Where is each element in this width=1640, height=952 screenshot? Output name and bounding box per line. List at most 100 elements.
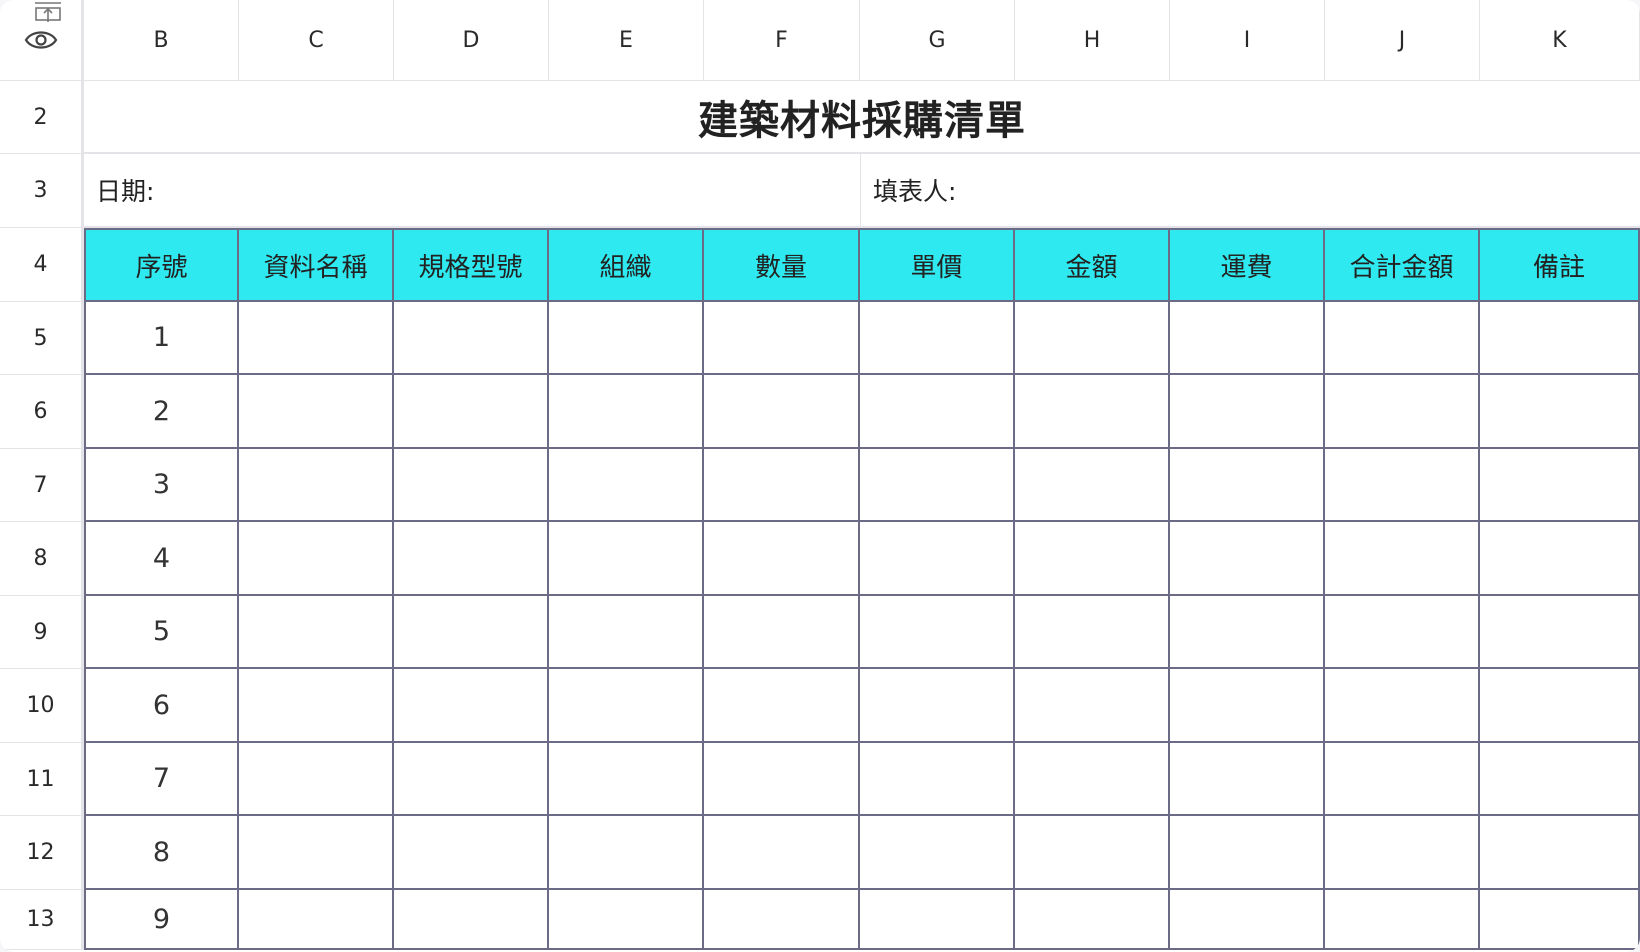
table-cell[interactable] bbox=[1480, 816, 1640, 890]
header-quantity[interactable]: 數量 bbox=[704, 228, 860, 302]
table-cell[interactable] bbox=[394, 743, 549, 816]
table-cell[interactable] bbox=[1015, 743, 1170, 816]
serial-cell[interactable]: 4 bbox=[84, 522, 239, 596]
table-cell[interactable] bbox=[394, 375, 549, 449]
table-cell[interactable] bbox=[239, 890, 394, 950]
serial-cell[interactable]: 2 bbox=[84, 375, 239, 449]
table-cell[interactable] bbox=[1480, 375, 1640, 449]
table-cell[interactable] bbox=[704, 375, 860, 449]
table-cell[interactable] bbox=[239, 743, 394, 816]
table-cell[interactable] bbox=[1325, 449, 1480, 522]
row-header-12[interactable]: 12 bbox=[0, 816, 84, 890]
table-cell[interactable] bbox=[1325, 890, 1480, 950]
table-cell[interactable] bbox=[1480, 449, 1640, 522]
serial-cell[interactable]: 1 bbox=[84, 302, 239, 375]
table-cell[interactable] bbox=[1170, 669, 1325, 743]
table-cell[interactable] bbox=[1325, 669, 1480, 743]
table-cell[interactable] bbox=[1170, 302, 1325, 375]
table-cell[interactable] bbox=[549, 596, 704, 669]
table-cell[interactable] bbox=[1325, 743, 1480, 816]
table-cell[interactable] bbox=[1325, 302, 1480, 375]
table-cell[interactable] bbox=[394, 669, 549, 743]
table-cell[interactable] bbox=[239, 669, 394, 743]
table-cell[interactable] bbox=[860, 890, 1015, 950]
row-header-10[interactable]: 10 bbox=[0, 669, 84, 743]
table-cell[interactable] bbox=[860, 596, 1015, 669]
serial-cell[interactable]: 3 bbox=[84, 449, 239, 522]
table-cell[interactable] bbox=[860, 743, 1015, 816]
table-cell[interactable] bbox=[704, 816, 860, 890]
eye-icon[interactable] bbox=[24, 28, 58, 52]
table-cell[interactable] bbox=[394, 816, 549, 890]
header-unit-price[interactable]: 單價 bbox=[860, 228, 1015, 302]
header-spec-model[interactable]: 規格型號 bbox=[394, 228, 549, 302]
sheet-title[interactable]: 建築材料採購清單 bbox=[84, 81, 1640, 154]
table-cell[interactable] bbox=[860, 375, 1015, 449]
column-header-f[interactable]: F bbox=[704, 0, 860, 81]
column-header-k[interactable]: K bbox=[1480, 0, 1640, 81]
column-header-b[interactable]: B bbox=[84, 0, 239, 81]
table-cell[interactable] bbox=[860, 816, 1015, 890]
table-cell[interactable] bbox=[239, 449, 394, 522]
table-cell[interactable] bbox=[704, 596, 860, 669]
table-cell[interactable] bbox=[1480, 743, 1640, 816]
row-header-3[interactable]: 3 bbox=[0, 154, 84, 228]
table-cell[interactable] bbox=[1015, 596, 1170, 669]
table-cell[interactable] bbox=[704, 522, 860, 596]
date-label-cell[interactable]: 日期: bbox=[84, 154, 860, 228]
table-cell[interactable] bbox=[549, 522, 704, 596]
header-freight[interactable]: 運費 bbox=[1170, 228, 1325, 302]
table-cell[interactable] bbox=[860, 302, 1015, 375]
table-cell[interactable] bbox=[549, 302, 704, 375]
table-cell[interactable] bbox=[704, 669, 860, 743]
table-cell[interactable] bbox=[1480, 669, 1640, 743]
table-cell[interactable] bbox=[549, 375, 704, 449]
table-cell[interactable] bbox=[1325, 375, 1480, 449]
table-cell[interactable] bbox=[1170, 816, 1325, 890]
row-header-13[interactable]: 13 bbox=[0, 890, 84, 950]
table-cell[interactable] bbox=[1325, 522, 1480, 596]
table-cell[interactable] bbox=[860, 669, 1015, 743]
table-cell[interactable] bbox=[239, 375, 394, 449]
table-cell[interactable] bbox=[1015, 816, 1170, 890]
serial-cell[interactable]: 5 bbox=[84, 596, 239, 669]
corner-cell[interactable] bbox=[0, 0, 84, 81]
table-cell[interactable] bbox=[549, 890, 704, 950]
table-cell[interactable] bbox=[1015, 449, 1170, 522]
table-cell[interactable] bbox=[1480, 890, 1640, 950]
table-cell[interactable] bbox=[394, 522, 549, 596]
row-header-7[interactable]: 7 bbox=[0, 449, 84, 522]
table-cell[interactable] bbox=[239, 596, 394, 669]
table-cell[interactable] bbox=[704, 890, 860, 950]
serial-cell[interactable]: 9 bbox=[84, 890, 239, 950]
table-cell[interactable] bbox=[1170, 522, 1325, 596]
table-cell[interactable] bbox=[549, 449, 704, 522]
header-remarks[interactable]: 備註 bbox=[1480, 228, 1640, 302]
table-cell[interactable] bbox=[1015, 375, 1170, 449]
table-cell[interactable] bbox=[549, 669, 704, 743]
table-cell[interactable] bbox=[1325, 816, 1480, 890]
header-item-name[interactable]: 資料名稱 bbox=[239, 228, 394, 302]
column-header-e[interactable]: E bbox=[549, 0, 704, 81]
table-cell[interactable] bbox=[394, 596, 549, 669]
table-cell[interactable] bbox=[1015, 522, 1170, 596]
table-cell[interactable] bbox=[1170, 449, 1325, 522]
header-total-amount[interactable]: 合計金額 bbox=[1325, 228, 1480, 302]
preparer-label-cell[interactable]: 填表人: bbox=[860, 154, 1640, 228]
column-header-i[interactable]: I bbox=[1170, 0, 1325, 81]
header-organization[interactable]: 組織 bbox=[549, 228, 704, 302]
column-header-g[interactable]: G bbox=[860, 0, 1015, 81]
table-cell[interactable] bbox=[1170, 375, 1325, 449]
serial-cell[interactable]: 6 bbox=[84, 669, 239, 743]
serial-cell[interactable]: 7 bbox=[84, 743, 239, 816]
table-cell[interactable] bbox=[1480, 596, 1640, 669]
row-header-8[interactable]: 8 bbox=[0, 522, 84, 596]
table-cell[interactable] bbox=[1325, 596, 1480, 669]
table-cell[interactable] bbox=[239, 522, 394, 596]
column-header-d[interactable]: D bbox=[394, 0, 549, 81]
table-cell[interactable] bbox=[704, 743, 860, 816]
table-cell[interactable] bbox=[394, 890, 549, 950]
table-cell[interactable] bbox=[860, 449, 1015, 522]
table-cell[interactable] bbox=[1170, 890, 1325, 950]
table-cell[interactable] bbox=[1015, 302, 1170, 375]
